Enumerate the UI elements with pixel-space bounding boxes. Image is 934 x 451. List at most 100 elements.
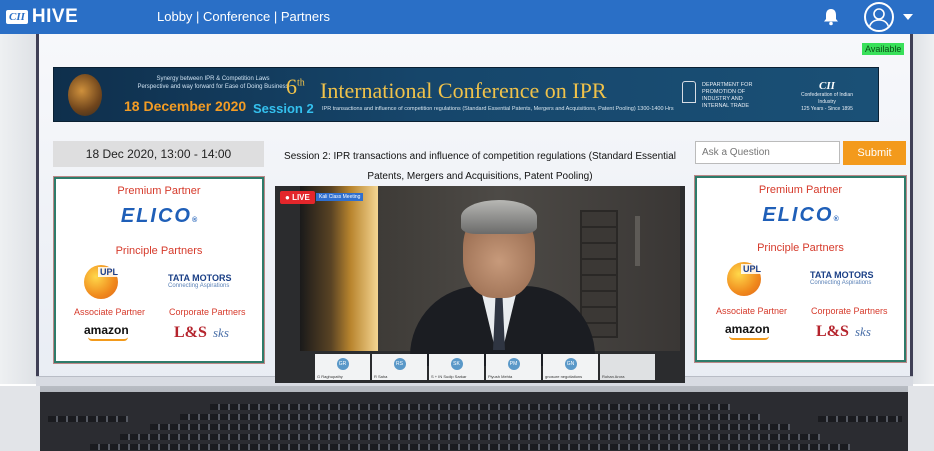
participant-avatar: SK: [450, 358, 463, 370]
associate-partner-heading: Associate Partner: [74, 307, 146, 317]
cii-banner-line-1: Confederation of Indian Industry: [801, 92, 853, 105]
banner-tagline-1: Synergy between IPR & Competition Laws: [156, 76, 270, 82]
ask-question-input[interactable]: [695, 141, 840, 164]
amazon-smile-icon: [88, 337, 128, 341]
audience-floor: [40, 392, 908, 451]
cii-banner-logo: CII Confederation of Indian Industry 125…: [792, 80, 862, 113]
video-bookshelf: [580, 210, 618, 338]
elico-logo[interactable]: ELICO®: [697, 204, 904, 227]
participant-name: G Raghupathy: [317, 374, 343, 379]
associate-partner-heading: Associate Partner: [716, 306, 788, 316]
video-background-left: [300, 186, 378, 351]
participant-name: Rohan Arora: [602, 374, 625, 379]
audience-left-wall: [0, 386, 40, 451]
upl-logo-text: UPL: [98, 267, 120, 277]
seat-row: [120, 434, 820, 440]
lt-logo[interactable]: L&S: [816, 323, 849, 341]
participant-name: Piyush Mehta: [488, 374, 513, 379]
tata-motors-logo[interactable]: TATA MOTORS Connecting Aspirations: [168, 273, 232, 289]
bell-icon[interactable]: [823, 8, 839, 26]
lt-logo[interactable]: L&S: [174, 324, 207, 342]
participant-avatar: GR: [336, 358, 349, 370]
seat-row: [48, 416, 128, 422]
participant-tile[interactable]: RS R Saha: [372, 354, 427, 380]
premium-partner-heading: Premium Partner: [117, 185, 201, 197]
banner-edition-suffix: th: [297, 77, 305, 89]
live-badge: ● LIVE: [280, 191, 315, 204]
banner-edition: 6th: [286, 74, 305, 100]
cii-logo: CII: [6, 10, 28, 24]
dpiit-line-2: PROMOTION OF INDUSTRY AND: [702, 89, 746, 102]
participant-tile[interactable]: GN gnosure negotiations: [543, 354, 598, 380]
seat-row: [818, 416, 902, 422]
elico-logo-text: ELICO: [762, 204, 834, 226]
stage-left-wall: [0, 34, 36, 384]
tata-motors-logo[interactable]: TATA MOTORS Connecting Aspirations: [810, 270, 874, 286]
elico-logo-text: ELICO: [120, 205, 192, 227]
participant-name: gnosure negotiations: [545, 374, 583, 379]
top-navigation-bar: CII HIVE Lobby | Conference | Partners: [0, 0, 934, 34]
session-datetime: 18 Dec 2020, 13:00 - 14:00: [53, 141, 264, 167]
banner-title: International Conference on IPR: [320, 78, 607, 103]
amazon-logo[interactable]: amazon: [84, 323, 129, 337]
participant-avatar: GN: [564, 358, 577, 370]
participant-tile[interactable]: GR G Raghupathy: [315, 354, 370, 380]
availability-badge: Available: [862, 43, 905, 55]
participant-tiles: GR G Raghupathy RS R Saha SK S + IN Sudip S…: [315, 354, 655, 380]
participant-avatar: RS: [393, 358, 406, 370]
tata-logo-text: TATA MOTORS: [168, 273, 232, 283]
partners-panel-left: Premium Partner ELICO® Principle Partner…: [53, 176, 265, 364]
principle-partners-heading: Principle Partners: [115, 245, 203, 257]
amazon-logo[interactable]: amazon: [725, 322, 770, 336]
cii-banner-line-2: 125 Years - Since 1895: [801, 106, 853, 112]
live-video-player[interactable]: ● LIVE Kali Class Meeting GR G Raghupathy…: [275, 186, 685, 383]
premium-partner-heading: Premium Partner: [758, 184, 843, 196]
breadcrumb-nav[interactable]: Lobby | Conference | Partners: [157, 9, 330, 24]
audience-right-wall: [908, 386, 934, 451]
participant-tile[interactable]: Rohan Arora: [600, 354, 655, 380]
banner-session: Session 2: [253, 101, 314, 116]
banner-edition-number: 6: [286, 74, 297, 99]
upl-logo[interactable]: UPL: [727, 262, 763, 296]
corporate-partners-heading: Corporate Partners: [169, 307, 246, 317]
seat-row: [90, 444, 850, 450]
principle-partners-heading: Principle Partners: [757, 242, 844, 254]
tata-logo-subtext: Connecting Aspirations: [810, 280, 872, 286]
user-avatar-icon[interactable]: [864, 2, 894, 32]
fingerprint-globe-icon: [68, 74, 102, 116]
elico-logo[interactable]: ELICO®: [56, 205, 262, 228]
partners-panel-right: Premium Partner ELICO® Principle Partner…: [694, 175, 907, 363]
upl-logo[interactable]: UPL: [84, 265, 120, 299]
session-title: Session 2: IPR transactions and influenc…: [284, 151, 676, 182]
brand-logo[interactable]: CII HIVE: [6, 6, 78, 28]
sks-logo[interactable]: sks: [855, 324, 871, 340]
sks-logo[interactable]: sks: [213, 325, 229, 341]
conference-banner: Synergy between IPR & Competition Laws P…: [53, 67, 879, 122]
audience-seating: [0, 386, 934, 451]
participant-avatar: PM: [507, 358, 520, 370]
cii-banner-mark: CII: [819, 80, 835, 92]
banner-tagline: Synergy between IPR & Competition Laws P…: [118, 75, 308, 91]
tata-logo-subtext: Connecting Aspirations: [168, 283, 230, 289]
caret-down-icon[interactable]: [903, 14, 913, 20]
submit-button[interactable]: Submit: [843, 141, 906, 165]
speaker-name-tag: Kali Class Meeting: [316, 193, 364, 201]
dpiit-line-3: INTERNAL TRADE: [702, 103, 750, 109]
speaker-hair: [461, 200, 537, 234]
seat-row: [210, 404, 730, 410]
banner-tagline-2: Perspective and way forward for Ease of …: [137, 84, 289, 90]
banner-subtitle: IPR transactions and influence of compet…: [322, 106, 674, 112]
amazon-smile-icon: [729, 336, 769, 340]
participant-tile[interactable]: SK S + IN Sudip Sarkar: [429, 354, 484, 380]
corporate-partners-heading: Corporate Partners: [811, 306, 888, 316]
dpiit-text: DEPARTMENT FOR PROMOTION OF INDUSTRY AND…: [684, 82, 768, 110]
stage-right-wall: [913, 34, 934, 384]
hive-logo-text: HIVE: [31, 6, 79, 27]
participant-name: S + IN Sudip Sarkar: [431, 374, 467, 379]
banner-date: 18 December 2020: [124, 98, 247, 114]
live-badge-label: LIVE: [292, 193, 310, 202]
participant-name: R Saha: [374, 374, 388, 379]
participant-tile[interactable]: PM Piyush Mehta: [486, 354, 541, 380]
seat-row: [180, 414, 760, 420]
tata-logo-text: TATA MOTORS: [810, 270, 874, 280]
